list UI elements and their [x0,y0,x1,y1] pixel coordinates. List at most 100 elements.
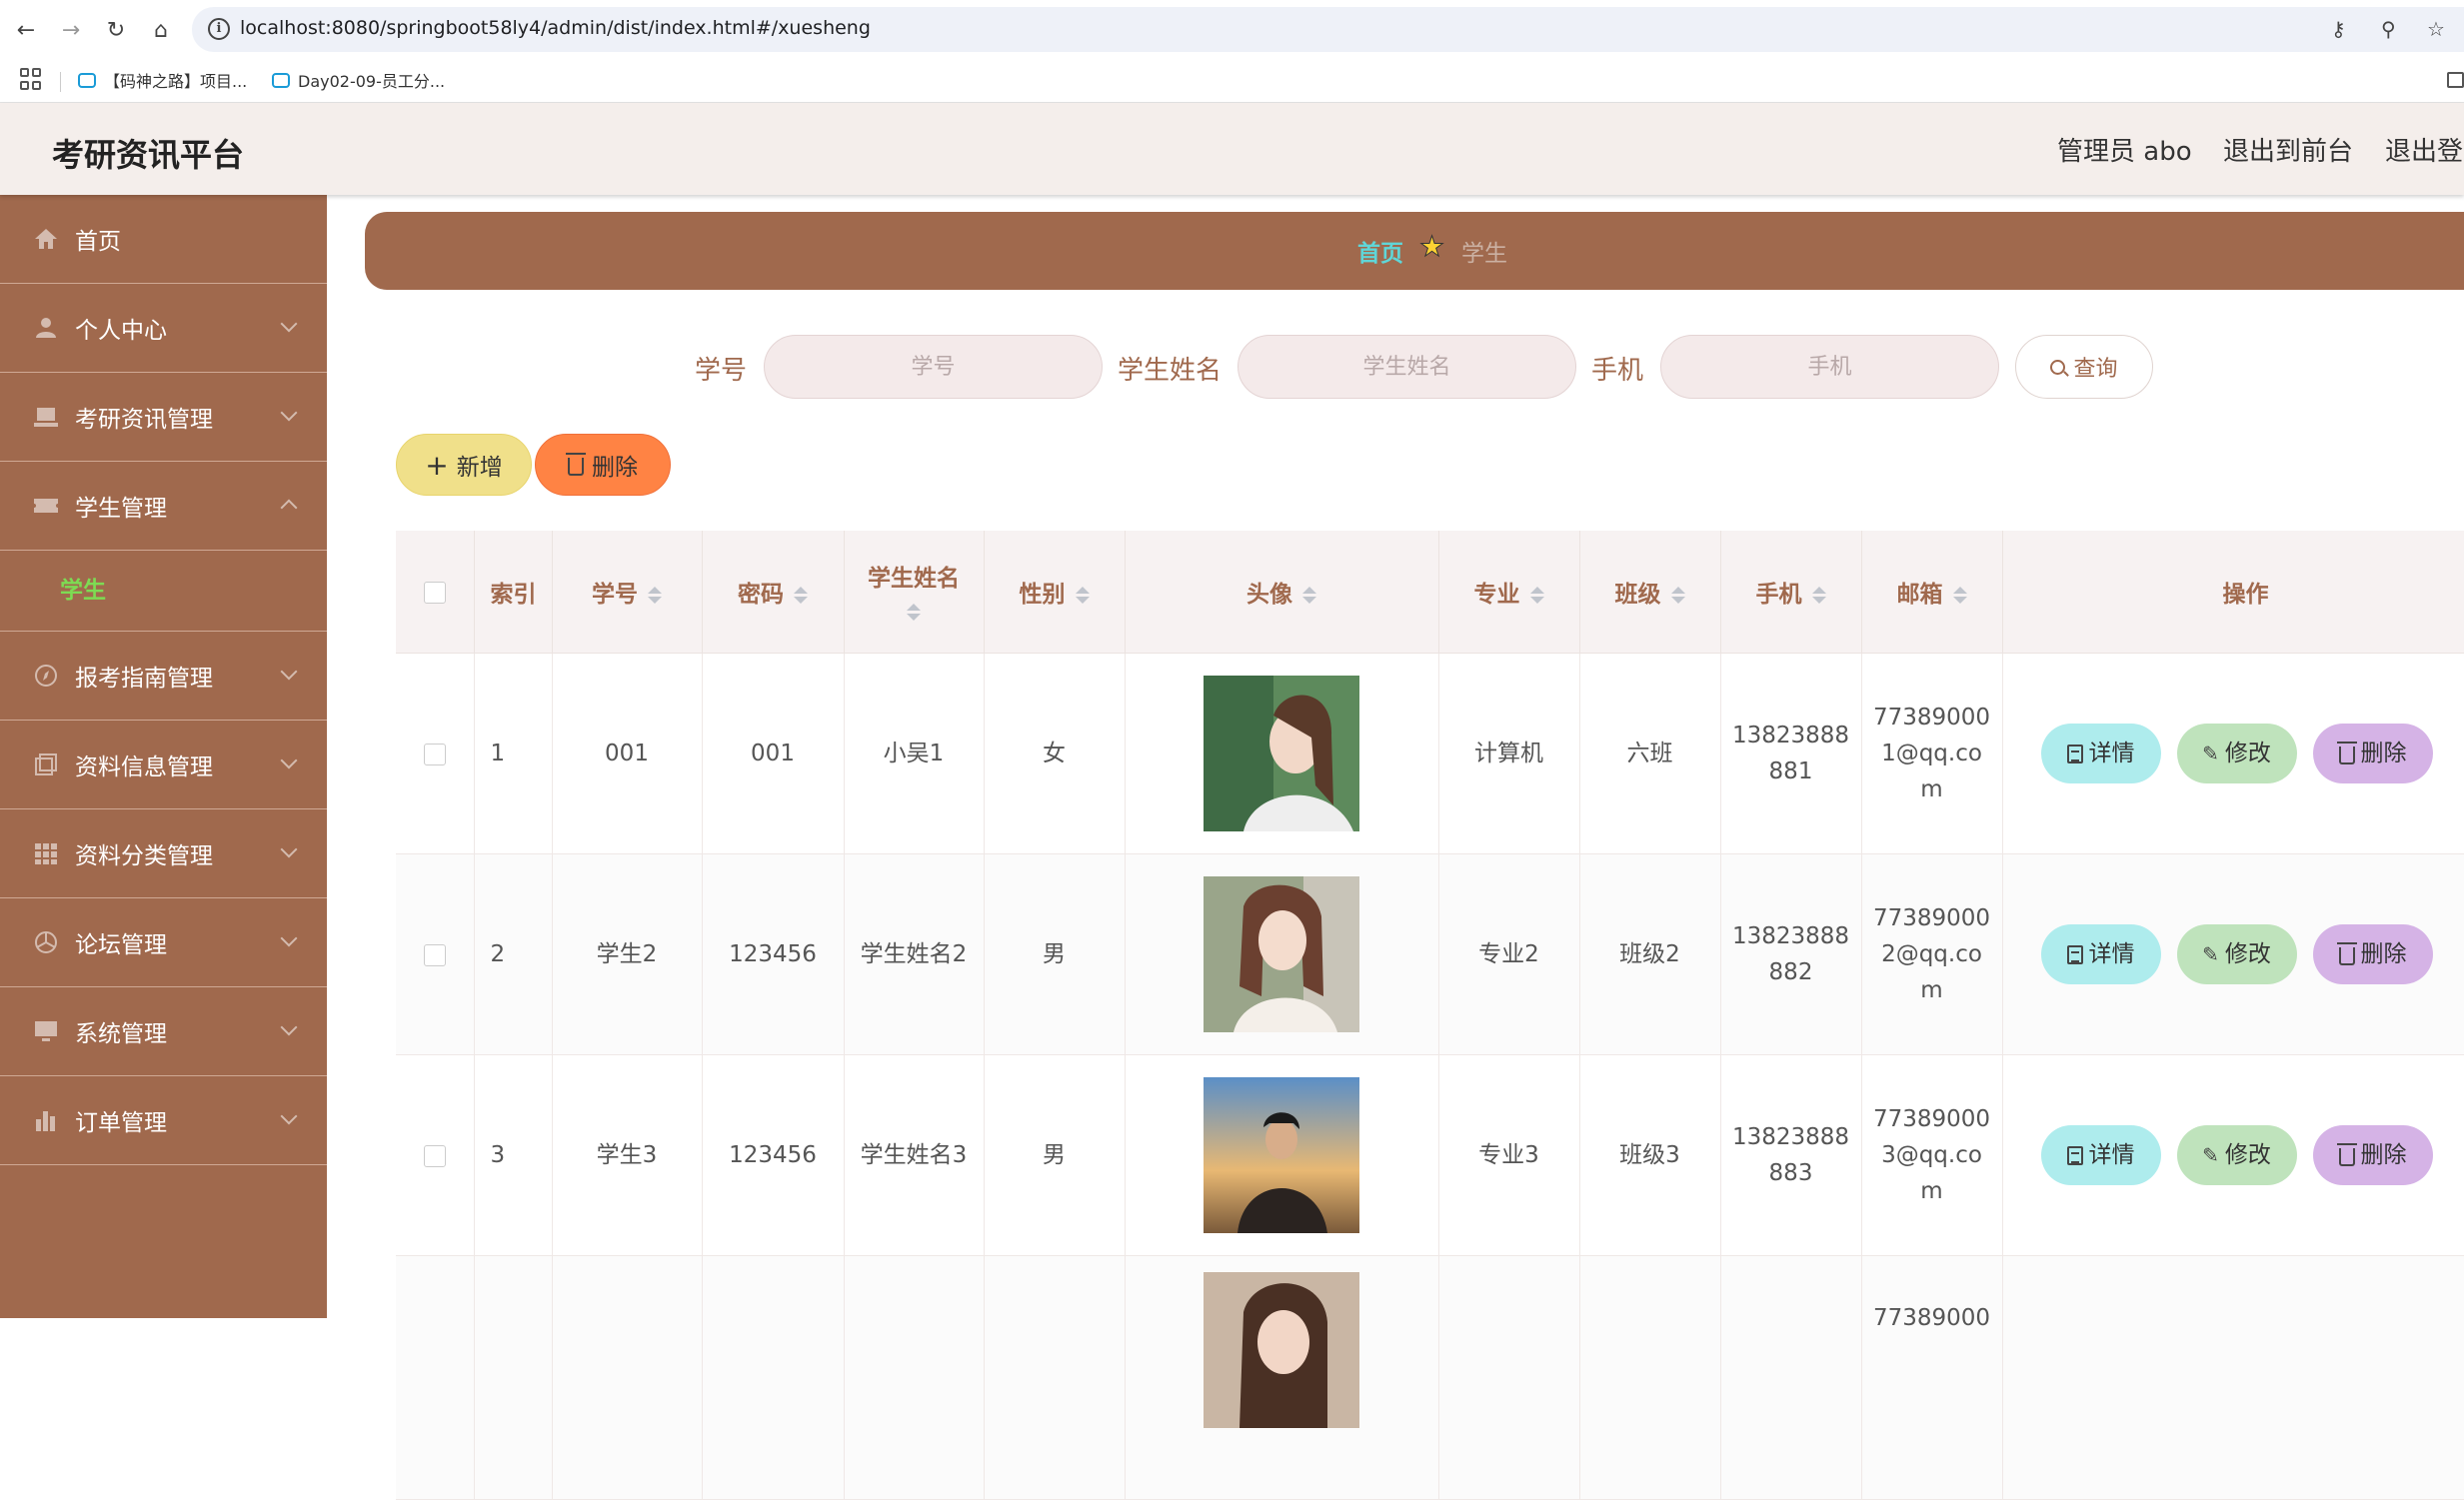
copy-icon [35,753,57,775]
breadcrumb: 首页 ★ 学生 [365,212,2464,290]
sidebar-item-news[interactable]: 考研资讯管理 [0,373,327,462]
search-input-phone[interactable] [1660,335,1999,399]
column-header-label: 密码 [738,582,784,608]
key-icon[interactable]: ⚷ [2331,17,2346,41]
zoom-icon[interactable]: ⚲ [2381,17,2396,41]
detail-button[interactable]: 详情 [2040,1125,2161,1185]
search-button-label: 查询 [2073,357,2118,382]
edit-button[interactable]: ✎ 修改 [2176,1125,2297,1185]
url-text[interactable]: localhost:8080/springboot58ly4/admin/dis… [240,17,871,39]
sidebar-item-label: 论坛管理 [75,932,167,958]
add-button[interactable]: + 新增 [396,434,532,496]
column-header[interactable]: 手机 [1720,531,1862,654]
select-all-checkbox[interactable] [423,581,446,604]
cell-major: 专业3 [1438,1054,1580,1256]
column-header[interactable]: 密码 [702,531,845,654]
detail-button[interactable]: 详情 [2040,924,2161,984]
sort-icon[interactable] [1952,587,1967,604]
sidebar-item-home[interactable]: 首页 [0,195,327,284]
cell-password: 001 [702,653,845,854]
sidebar-item-label: 订单管理 [75,1110,167,1136]
cell-index: 1 [474,653,553,854]
column-header[interactable]: 头像 [1125,531,1439,654]
sidebar-item-system[interactable]: 系统管理 [0,987,327,1076]
sort-icon[interactable] [794,587,808,604]
column-header[interactable]: 学生姓名 [844,531,985,654]
avatar-image [1204,876,1359,1032]
search-input-xuehao[interactable] [764,335,1103,399]
cell-email-line: 3@qq.co [1881,1142,1982,1168]
grid-icon [35,843,57,864]
edit-button[interactable]: ✎ 修改 [2176,924,2297,984]
column-header-label: 操作 [2222,582,2269,608]
bilibili-icon [78,72,96,88]
column-header-label: 头像 [1246,582,1292,608]
delete-button[interactable]: 删除 [2312,724,2433,783]
search-button[interactable]: 查询 [2015,335,2153,399]
sort-icon[interactable] [1302,587,1316,604]
search-label-name: 学生姓名 [1118,356,1223,386]
trash-icon [2336,942,2357,965]
column-header[interactable]: 邮箱 [1861,531,2003,654]
delete-button[interactable]: 删除 [2312,924,2433,984]
cell-xuehao [552,1255,703,1500]
sort-icon[interactable] [1075,587,1090,604]
sidebar-subitem-student[interactable]: 学生 [0,551,327,632]
cell-phone [1720,1255,1862,1500]
search-input-name[interactable] [1237,335,1576,399]
bookmark-item[interactable]: 【码神之路】项目... [78,68,247,92]
address-bar[interactable]: i localhost:8080/springboot58ly4/admin/d… [192,7,2464,52]
sidebar-item-forum[interactable]: 论坛管理 [0,898,327,987]
row-checkbox[interactable] [423,1144,446,1167]
apps-icon[interactable] [20,68,42,90]
detail-button[interactable]: 详情 [2040,724,2161,783]
sidebar-item-label: 个人中心 [75,318,167,344]
site-info-icon[interactable]: i [208,18,230,40]
cell-xuehao: 学生2 [552,853,703,1055]
row-select-cell [396,653,475,854]
cell-avatar [1125,1054,1439,1256]
sidebar-item-categories[interactable]: 资料分类管理 [0,809,327,898]
sidebar-item-personal-center[interactable]: 个人中心 [0,284,327,373]
sidebar-item-students[interactable]: 学生管理 [0,462,327,551]
chevron-down-icon [280,840,298,858]
sidebar-item-materials[interactable]: 资料信息管理 [0,721,327,809]
edit-button[interactable]: ✎ 修改 [2176,724,2297,783]
document-icon [2066,944,2083,964]
sort-icon[interactable] [648,587,662,604]
detail-button-label: 详情 [2088,941,2135,967]
edit-icon: ✎ [2202,942,2219,966]
logout-link[interactable]: 退出登录 [2385,131,2464,168]
sidebar-item-guide[interactable]: 报考指南管理 [0,632,327,721]
sidebar-item-label: 首页 [75,229,121,255]
forward-icon[interactable]: → [55,14,87,46]
cell-phone: 13823888 883 [1720,1054,1862,1256]
exit-to-front-link[interactable]: 退出到前台 [2223,131,2353,168]
column-header[interactable]: 学号 [552,531,703,654]
sort-icon[interactable] [907,604,921,621]
row-checkbox[interactable] [423,943,446,966]
cell-major: 计算机 [1438,653,1580,854]
sort-icon[interactable] [1670,587,1685,604]
column-header[interactable]: 专业 [1438,531,1580,654]
home-icon[interactable]: ⌂ [145,14,177,46]
column-header[interactable]: 性别 [984,531,1126,654]
bookmark-label: 【码神之路】项目... [104,72,248,91]
bookmark-item[interactable]: Day02-09-员工分... [272,68,445,92]
cell-phone-line: 883 [1768,1160,1813,1186]
sort-icon[interactable] [1811,587,1826,604]
sidebar-item-label: 学生管理 [75,496,167,522]
cell-actions: 详情 ✎ 修改 删除 [2002,853,2464,1055]
reload-icon[interactable]: ↻ [100,14,132,46]
sidebar-item-orders[interactable]: 订单管理 [0,1076,327,1165]
back-icon[interactable]: ← [10,14,42,46]
column-header[interactable]: 班级 [1579,531,1721,654]
bulk-delete-button[interactable]: 删除 [535,434,671,496]
sort-icon[interactable] [1529,587,1544,604]
breadcrumb-home[interactable]: 首页 [1357,234,1403,268]
folder-icon[interactable] [2447,72,2464,88]
row-checkbox[interactable] [423,743,446,765]
cell-gender: 男 [984,853,1126,1055]
bookmark-star-icon[interactable]: ☆ [2427,17,2445,41]
delete-button[interactable]: 删除 [2312,1125,2433,1185]
